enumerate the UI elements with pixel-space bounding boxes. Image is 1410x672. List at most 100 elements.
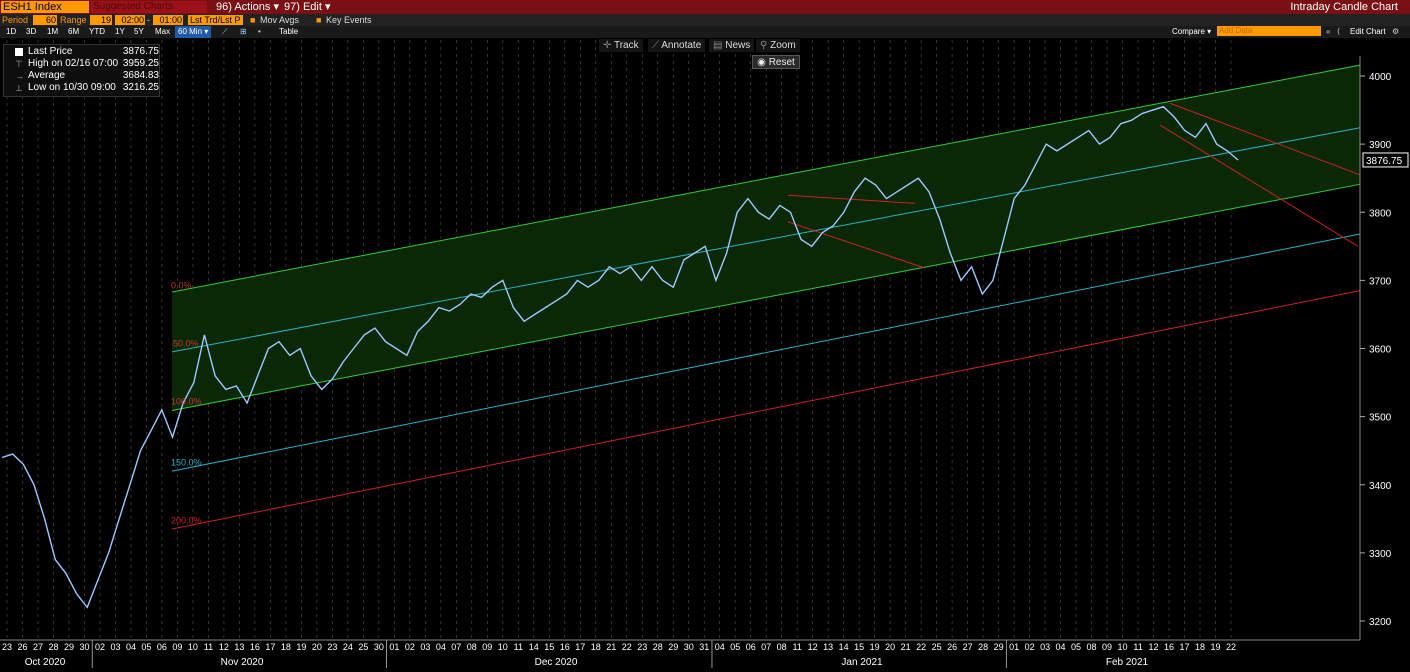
- x-tick-label: 28: [48, 642, 58, 652]
- x-tick-label: 31: [699, 642, 709, 652]
- x-tick-label: 11: [514, 642, 523, 652]
- legend-row: Last Price 3876.75: [4, 46, 161, 58]
- x-tick-label: 05: [141, 642, 151, 652]
- x-tick-label: 07: [761, 642, 771, 652]
- square-icon: [15, 48, 23, 56]
- x-tick-label: 03: [110, 642, 120, 652]
- x-tick-label: 21: [606, 642, 616, 652]
- x-tick-label: 02: [405, 642, 415, 652]
- legend-value: 3216.25: [122, 82, 159, 93]
- x-tick-label: 23: [327, 642, 337, 652]
- x-tick-label: 16: [560, 642, 570, 652]
- x-month-label: Dec 2020: [535, 657, 578, 668]
- x-tick-label: 26: [17, 642, 27, 652]
- x-tick-label: 19: [1210, 642, 1220, 652]
- x-tick-label: 14: [529, 642, 539, 652]
- x-tick-label: 04: [126, 642, 136, 652]
- y-tick-label: 3400: [1369, 481, 1392, 492]
- fib-label: 200.0%: [171, 516, 202, 526]
- x-tick-label: 21: [901, 642, 911, 652]
- x-tick-label: 03: [1040, 642, 1050, 652]
- x-tick-label: 30: [684, 642, 694, 652]
- x-tick-label: 11: [793, 642, 802, 652]
- x-tick-label: 23: [2, 642, 12, 652]
- legend-label: Average: [28, 70, 66, 81]
- x-tick-label: 30: [374, 642, 384, 652]
- track-button[interactable]: ✛ Track: [599, 39, 643, 52]
- x-tick-label: 27: [33, 642, 43, 652]
- y-tick-label: 3200: [1369, 617, 1392, 628]
- x-tick-label: 18: [591, 642, 601, 652]
- x-tick-label: 08: [1087, 642, 1097, 652]
- x-tick-label: 13: [234, 642, 244, 652]
- zoom-label: Zoom: [770, 40, 796, 51]
- legend-value: 3684.83: [122, 70, 159, 81]
- x-tick-label: 19: [296, 642, 306, 652]
- price-chart[interactable]: 0.0% 50.0% 100.0% 150.0% 200.0% 3200 3300 3400…: [0, 0, 1410, 672]
- x-month-label: Oct 2020: [25, 657, 66, 668]
- y-tick-label: 3300: [1369, 549, 1392, 560]
- pencil-icon: ⟋: [652, 40, 662, 51]
- x-tick-label: 29: [668, 642, 678, 652]
- x-tick-label: 06: [746, 642, 756, 652]
- x-tick-label: 20: [885, 642, 895, 652]
- reset-button[interactable]: ◉ Reset: [752, 55, 800, 69]
- x-tick-label: 10: [188, 642, 198, 652]
- x-tick-label: 08: [777, 642, 787, 652]
- zoom-button[interactable]: ⚲ Zoom: [756, 39, 800, 52]
- news-button[interactable]: ▤ News: [709, 39, 755, 52]
- reset-label: Reset: [768, 57, 795, 68]
- x-tick-label: 30: [79, 642, 89, 652]
- x-tick-label: 08: [467, 642, 477, 652]
- x-tick-label: 13: [823, 642, 833, 652]
- x-tick-label: 10: [498, 642, 508, 652]
- x-tick-label: 09: [1102, 642, 1112, 652]
- x-tick-label: 22: [1226, 642, 1236, 652]
- legend-row: ⊥ Low on 10/30 09:00 3216.25: [4, 82, 161, 94]
- x-tick-label: 12: [808, 642, 818, 652]
- fib-label: 0.0%: [171, 281, 192, 291]
- x-tick-label: 27: [963, 642, 973, 652]
- legend-label: High on 02/16 07:00: [28, 58, 119, 69]
- x-tick-label: 18: [281, 642, 291, 652]
- y-tick-label: 3700: [1369, 276, 1392, 287]
- x-tick-label: 09: [482, 642, 492, 652]
- regression-channel: [172, 65, 1360, 411]
- x-tick-label: 03: [420, 642, 430, 652]
- x-tick-label: 16: [250, 642, 260, 652]
- x-tick-label: 25: [932, 642, 942, 652]
- track-label: Track: [613, 40, 639, 51]
- x-tick-label: 22: [622, 642, 632, 652]
- legend-panel: Last Price 3876.75 ⊤ High on 02/16 07:00…: [3, 44, 160, 97]
- x-tick-label: 18: [1195, 642, 1205, 652]
- news-icon: ▤: [713, 40, 726, 51]
- magnifier-icon: ⚲: [760, 40, 771, 51]
- x-tick-label: 04: [1056, 642, 1066, 652]
- legend-value: 3876.75: [122, 46, 159, 57]
- x-tick-label: 20: [312, 642, 322, 652]
- x-tick-label: 01: [389, 642, 399, 652]
- x-tick-label: 23: [637, 642, 647, 652]
- legend-value: 3959.25: [122, 58, 159, 69]
- legend-row: → Average 3684.83: [4, 70, 161, 82]
- legend-label: Low on 10/30 09:00: [28, 82, 116, 93]
- x-tick-label: 07: [451, 642, 461, 652]
- x-tick-label: 11: [204, 642, 213, 652]
- x-tick-label: 17: [1180, 642, 1190, 652]
- x-tick-label: 06: [157, 642, 167, 652]
- x-tick-label: 02: [95, 642, 105, 652]
- x-tick-label: 04: [715, 642, 725, 652]
- annotate-button[interactable]: ⟋ Annotate: [648, 39, 706, 52]
- fib-label: 50.0%: [173, 339, 199, 349]
- x-tick-label: 12: [219, 642, 229, 652]
- x-tick-label: 09: [172, 642, 182, 652]
- x-tick-label: 02: [1025, 642, 1035, 652]
- x-tick-label: 15: [854, 642, 864, 652]
- x-month-label: Jan 2021: [841, 657, 883, 668]
- x-tick-label: 19: [870, 642, 880, 652]
- x-tick-label: 17: [265, 642, 275, 652]
- x-tick-label: 28: [653, 642, 663, 652]
- fib-label: 150.0%: [171, 458, 202, 468]
- x-tick-label: 26: [947, 642, 957, 652]
- x-tick-label: 12: [1149, 642, 1159, 652]
